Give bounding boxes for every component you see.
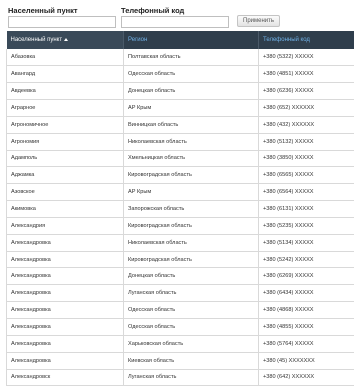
table-row: Александровка Николаевская область +380 (5… <box>6 234 354 252</box>
table-row: Александровка Кировоградская область +380 … <box>6 251 354 269</box>
locality-cell: Агрономичное <box>6 116 124 134</box>
table-row: Аграрное АР Крым +380 (652) XXXXXX <box>6 99 354 117</box>
results-table-container: Населенный пункт Регион Телефонный код А… <box>6 31 354 391</box>
region-cell: Кировоградская область <box>123 251 259 269</box>
locality-cell: Абазовка <box>6 49 124 67</box>
table-row: Аджамка Кировоградская область +380 (6565)… <box>6 166 354 185</box>
locality-cell: Авангард <box>6 65 124 84</box>
region-cell: Хмельницкая область <box>123 150 259 168</box>
region-cell: Одесская область <box>123 65 259 84</box>
locality-cell: Александровка <box>6 267 124 286</box>
phone-code-cell: +380 (4855) XXXXX <box>258 318 354 336</box>
locality-cell: Александровка <box>6 318 124 336</box>
phone-code-cell: +380 (5322) XXXXX <box>258 49 354 67</box>
locality-cell: Александровка <box>6 284 124 303</box>
filter-bar: Населенный пункт Телефонный код Применит… <box>8 6 353 28</box>
results-table: Населенный пункт Регион Телефонный код А… <box>6 31 354 387</box>
sort-ascending-icon <box>64 37 69 41</box>
phone-code-cell: +380 (5132) XXXXX <box>258 133 354 151</box>
phone-code-cell: +380 (652) XXXXXX <box>258 99 354 117</box>
region-cell: Николаевская область <box>123 234 259 252</box>
table-row: Акимовка Запорожская область +380 (6131) X… <box>6 200 354 218</box>
table-row: Абазовка Полтавская область +380 (5322) XX… <box>6 49 354 67</box>
table-row: Александровка Харьковская область +380 (57… <box>6 335 354 353</box>
locality-cell: Александровка <box>6 335 124 353</box>
column-header-region[interactable]: Регион <box>123 31 259 49</box>
region-cell: Харьковская область <box>123 335 259 353</box>
table-row: Агрономия Николаевская область +380 (5132)… <box>6 133 354 151</box>
table-row: Адамполь Хмельницкая область +380 (3850) X… <box>6 150 354 168</box>
column-header-phone-code[interactable]: Телефонный код <box>258 31 354 49</box>
region-cell: Киевская область <box>123 352 259 370</box>
table-row: Агрономичное Винницкая область +380 (432) … <box>6 116 354 134</box>
table-row: Александровка Донецкая область +380 (6269)… <box>6 267 354 286</box>
locality-filter-label: Населенный пункт <box>8 6 78 15</box>
phone-code-cell: +380 (6131) XXXXX <box>258 200 354 218</box>
phone-code-cell: +380 (3850) XXXXX <box>258 150 354 168</box>
column-header-label: Регион <box>128 37 148 43</box>
region-cell: Винницкая область <box>123 116 259 134</box>
phone-code-cell: +380 (5134) XXXXX <box>258 234 354 252</box>
phone-filter-label: Телефонный код <box>121 6 185 15</box>
column-header-label: Населенный пункт <box>10 37 63 43</box>
column-header-locality[interactable]: Населенный пункт <box>6 31 124 49</box>
table-row: Авангард Одесская область +380 (4851) XXXX… <box>6 65 354 84</box>
table-row: Александровка Одесская область +380 (4855)… <box>6 318 354 336</box>
region-cell: Одесская область <box>123 318 259 336</box>
locality-cell: Александрия <box>6 217 124 235</box>
locality-cell: Александровка <box>6 301 124 319</box>
phone-code-cell: +380 (4851) XXXXX <box>258 65 354 84</box>
phone-code-cell: +380 (4868) XXXXX <box>258 301 354 319</box>
table-header-row: Населенный пункт Регион Телефонный код <box>6 31 354 49</box>
table-row: Александровка Киевская область +380 (45) X… <box>6 352 354 370</box>
phone-code-cell: +380 (45) XXXXXXX <box>258 352 354 370</box>
locality-cell: Акимовка <box>6 200 124 218</box>
locality-cell: Александровка <box>6 352 124 370</box>
locality-filter-input[interactable] <box>8 16 116 28</box>
region-cell: Луганская область <box>123 284 259 303</box>
region-cell: Донецкая область <box>123 82 259 101</box>
locality-cell: Александровка <box>6 234 124 252</box>
region-cell: Кировоградская область <box>123 166 259 185</box>
phone-code-cell: +380 (6564) XXXXX <box>258 183 354 202</box>
locality-cell: Аджамка <box>6 166 124 185</box>
table-body: Абазовка Полтавская область +380 (5322) XX… <box>6 49 354 387</box>
locality-cell: Александровка <box>6 251 124 269</box>
phone-code-cell: +380 (5235) XXXXX <box>258 217 354 235</box>
phone-code-cell: +380 (5242) XXXXX <box>258 251 354 269</box>
region-cell: Николаевская область <box>123 133 259 151</box>
table-row: Авдеевка Донецкая область +380 (6236) XXXX… <box>6 82 354 101</box>
region-cell: АР Крым <box>123 99 259 117</box>
apply-button[interactable]: Применить <box>237 15 281 27</box>
locality-cell: Аграрное <box>6 99 124 117</box>
locality-cell: Авдеевка <box>6 82 124 101</box>
phone-code-cell: +380 (6236) XXXXX <box>258 82 354 101</box>
phone-code-cell: +380 (6269) XXXXX <box>258 267 354 286</box>
region-cell: Луганская область <box>123 369 259 387</box>
region-cell: АР Крым <box>123 183 259 202</box>
table-row: Александровск Луганская область +380 (642)… <box>6 369 354 387</box>
region-cell: Полтавская область <box>123 49 259 67</box>
table-row: Азовское АР Крым +380 (6564) XXXXX <box>6 183 354 202</box>
phone-code-cell: +380 (642) XXXXXX <box>258 369 354 387</box>
locality-cell: Азовское <box>6 183 124 202</box>
phone-code-cell: +380 (5764) XXXXX <box>258 335 354 353</box>
phone-filter-input[interactable] <box>121 16 229 28</box>
phone-code-cell: +380 (6434) XXXXX <box>258 284 354 303</box>
region-cell: Одесская область <box>123 301 259 319</box>
locality-cell: Агрономия <box>6 133 124 151</box>
locality-cell: Адамполь <box>6 150 124 168</box>
table-row: Александровка Одесская область +380 (4868)… <box>6 301 354 319</box>
table-row: Александрия Кировоградская область +380 (5… <box>6 217 354 235</box>
column-header-label: Телефонный код <box>263 37 310 43</box>
phone-code-cell: +380 (6565) XXXXX <box>258 166 354 185</box>
phone-code-cell: +380 (432) XXXXXX <box>258 116 354 134</box>
region-cell: Запорожская область <box>123 200 259 218</box>
region-cell: Донецкая область <box>123 267 259 286</box>
locality-cell: Александровск <box>6 369 124 387</box>
region-cell: Кировоградская область <box>123 217 259 235</box>
table-row: Александровка Луганская область +380 (6434… <box>6 284 354 303</box>
